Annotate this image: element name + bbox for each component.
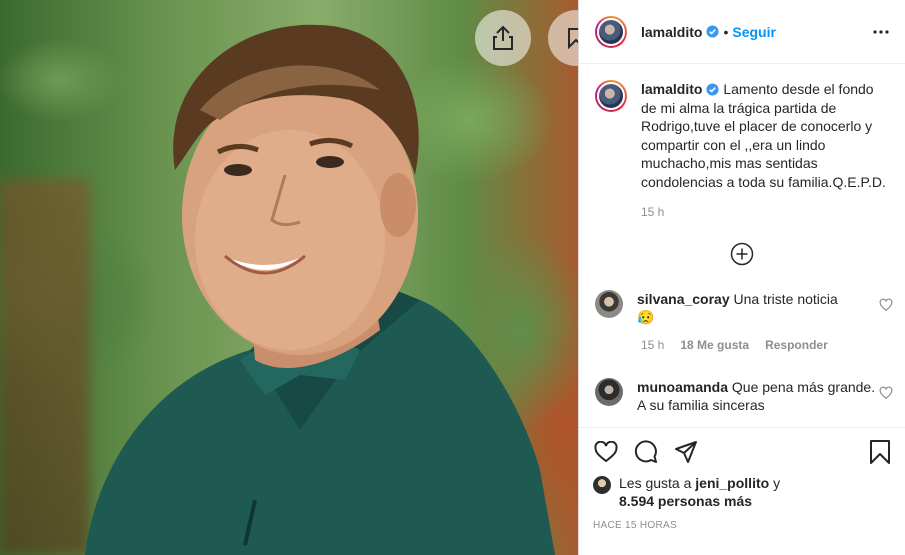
comment-body: Una triste noticia [733, 291, 838, 307]
portrait-young-man [85, 24, 555, 555]
comment-text-block: munoamanda Que pena más grande. A su fam… [637, 378, 877, 414]
likes-and: y [773, 475, 781, 491]
comment-meta: 15 h 18 Me gusta Responder [595, 338, 889, 352]
liker-avatar[interactable] [593, 476, 611, 494]
comment-icon [634, 440, 657, 463]
caption-time[interactable]: 15 h [641, 205, 664, 219]
comment-like-heart-icon[interactable] [879, 386, 893, 400]
share-icon [493, 25, 513, 50]
send-button[interactable] [673, 439, 699, 465]
comments-section[interactable]: lamaldito Lamento desde el fondo de mi a… [579, 64, 905, 427]
caption-username[interactable]: lamaldito [641, 81, 702, 97]
separator-dot: • [723, 23, 729, 40]
comment-item: munoamanda Que pena más grande. A su fam… [595, 378, 893, 414]
more-options-button[interactable] [871, 22, 891, 42]
action-buttons [593, 438, 893, 466]
post-timestamp[interactable]: HACE 15 HORAS [593, 520, 893, 531]
liker-username[interactable]: jeni_pollito [695, 475, 769, 491]
heart-icon [594, 441, 618, 463]
likes-text: Les gusta a jeni_pollito y 8.594 persona… [619, 474, 780, 510]
comment-likes-count[interactable]: 18 Me gusta [680, 338, 749, 352]
likes-summary: Les gusta a jeni_pollito y 8.594 persona… [593, 474, 893, 510]
post-photo[interactable] [0, 0, 578, 555]
bookmark-icon [568, 28, 578, 49]
author-avatar[interactable] [595, 15, 627, 48]
more-options-icon [873, 29, 889, 34]
likes-others-count[interactable]: 8.594 personas más [619, 493, 752, 509]
comment-like-heart-icon[interactable] [879, 298, 893, 312]
comment-time[interactable]: 15 h [641, 338, 664, 352]
caption-body: Lamento desde el fondo de mi alma la trá… [641, 81, 886, 190]
post-side-panel: lamaldito • Seguir lamaldito Lamento des… [578, 0, 905, 555]
commenter-avatar[interactable] [595, 290, 623, 318]
commenter-avatar[interactable] [595, 378, 623, 406]
instagram-post: lamaldito • Seguir lamaldito Lamento des… [0, 0, 905, 555]
likes-prefix: Les gusta a [619, 475, 692, 491]
bookmark-icon [870, 440, 890, 464]
reply-button[interactable]: Responder [765, 338, 828, 352]
caption-meta: 15 h [595, 205, 889, 219]
verified-badge-icon [706, 25, 720, 38]
caption-text-block: lamaldito Lamento desde el fondo de mi a… [641, 80, 886, 191]
author-info: lamaldito • Seguir [641, 24, 776, 40]
like-button[interactable] [593, 439, 619, 465]
save-button[interactable] [867, 439, 893, 465]
share-button[interactable] [475, 10, 531, 66]
caption-author-avatar[interactable] [595, 80, 627, 112]
post-actions: Les gusta a jeni_pollito y 8.594 persona… [579, 427, 905, 555]
author-username[interactable]: lamaldito [641, 24, 702, 40]
comment-item: silvana_coray Una triste noticia 😥 [595, 290, 893, 326]
commenter-username[interactable]: silvana_coray [637, 291, 730, 307]
verified-badge-icon [706, 83, 720, 96]
comment-emoji: 😥 [637, 309, 655, 325]
send-icon [675, 441, 697, 463]
commenter-username[interactable]: munoamanda [637, 379, 728, 395]
caption: lamaldito Lamento desde el fondo de mi a… [595, 80, 889, 191]
post-header: lamaldito • Seguir [579, 0, 905, 64]
follow-button[interactable]: Seguir [732, 24, 776, 40]
load-more-icon[interactable] [730, 242, 754, 266]
comment-text-block: silvana_coray Una triste noticia 😥 [637, 290, 877, 326]
comment-button[interactable] [633, 439, 659, 465]
